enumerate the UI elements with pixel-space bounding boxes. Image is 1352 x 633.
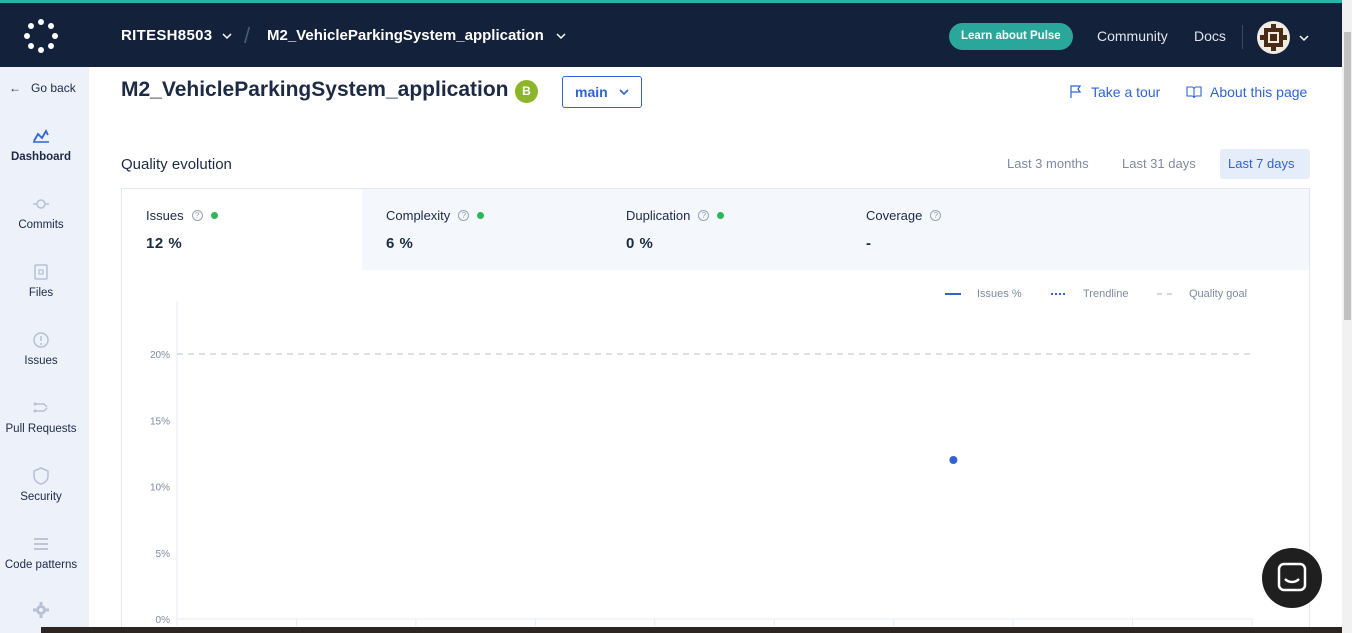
branch-selector[interactable]: main	[562, 76, 642, 108]
metric-duplication[interactable]: Duplication? 0 %	[602, 189, 842, 270]
help-icon[interactable]: ?	[930, 210, 942, 221]
flag-icon	[1070, 85, 1082, 98]
file-icon	[34, 264, 48, 280]
sidebar-item-label: Issues	[24, 355, 58, 367]
organization-selector[interactable]: RITESH8503	[121, 27, 232, 44]
arrow-left-icon: ←	[9, 81, 21, 95]
chevron-down-icon	[222, 32, 232, 39]
y-tick-label: 5%	[156, 549, 171, 560]
issue-icon	[33, 332, 49, 348]
sidebar-item-label: Pull Requests	[5, 423, 77, 435]
sidebar-item-label: Commits	[18, 219, 64, 231]
y-tick-label: 10%	[150, 483, 170, 494]
metric-label: Duplication	[626, 208, 691, 223]
sidebar-item-dashboard[interactable]: Dashboard	[0, 127, 82, 163]
sidebar-item-security[interactable]: Security	[0, 467, 82, 503]
codacy-logo-icon[interactable]	[24, 19, 58, 53]
metric-label: Complexity	[386, 208, 451, 223]
go-back-link[interactable]: ← Go back	[9, 81, 76, 95]
help-icon[interactable]: ?	[191, 210, 203, 221]
top-navigation-bar: RITESH8503 / M2_VehicleParkingSystem_app…	[0, 0, 1342, 67]
metric-value: 12 %	[146, 235, 183, 252]
repository-name: M2_VehicleParkingSystem_application	[267, 27, 544, 44]
metric-label: Issues	[146, 208, 184, 223]
metric-value: 6 %	[386, 235, 414, 252]
sidebar-item-commits[interactable]: Commits	[0, 195, 82, 231]
sidebar-item-label: Security	[20, 491, 62, 503]
pull-request-icon	[33, 402, 48, 413]
metrics-panel: Issues? 12 % Complexity? 6 % Duplication…	[121, 188, 1310, 270]
sidebar-item-label: Files	[28, 287, 54, 299]
range-last-7-days[interactable]: Last 7 days	[1220, 149, 1310, 179]
learn-about-pulse-button[interactable]: Learn about Pulse	[949, 23, 1073, 50]
gear-icon	[33, 602, 49, 618]
help-icon[interactable]: ?	[698, 210, 710, 221]
metric-value: -	[866, 235, 872, 252]
help-icon[interactable]: ?	[458, 210, 470, 221]
sidebar: ← Go back Dashboard Commits Files Issues…	[0, 67, 89, 633]
y-tick-label: 15%	[150, 416, 170, 427]
metric-coverage[interactable]: Coverage? -	[842, 189, 1309, 270]
take-a-tour-link[interactable]: Take a tour	[1069, 84, 1160, 100]
commit-icon	[33, 199, 49, 209]
quality-evolution-title: Quality evolution	[121, 156, 232, 173]
range-last-31-days[interactable]: Last 31 days	[1114, 149, 1204, 179]
chat-launcher-button[interactable]	[1262, 548, 1322, 608]
book-icon	[1186, 86, 1202, 99]
shield-icon	[33, 467, 49, 485]
breadcrumb-separator: /	[244, 23, 251, 48]
range-last-3-months[interactable]: Last 3 months	[999, 149, 1097, 179]
scrollbar-thumb[interactable]	[1344, 32, 1351, 320]
take-a-tour-label: Take a tour	[1091, 84, 1161, 100]
avatar[interactable]	[1257, 21, 1290, 54]
sidebar-item-issues[interactable]: Issues	[0, 331, 82, 367]
status-dot-icon	[717, 212, 725, 219]
sidebar-item-files[interactable]: Files	[0, 263, 82, 299]
y-tick-label: 0%	[156, 615, 171, 626]
repository-selector[interactable]: M2_VehicleParkingSystem_application	[267, 27, 566, 44]
chat-icon	[1277, 562, 1307, 592]
list-icon	[34, 538, 48, 550]
divider	[1242, 25, 1243, 49]
sidebar-item-code-patterns[interactable]: Code patterns	[0, 535, 82, 571]
about-this-page-link[interactable]: About this page	[1186, 84, 1307, 100]
status-dot-icon	[477, 212, 485, 219]
organization-name: RITESH8503	[121, 27, 213, 44]
quality-chart: 0% 5% 10% 15% 20%	[150, 301, 1253, 626]
metric-issues[interactable]: Issues? 12 %	[122, 189, 362, 270]
sidebar-item-label: Code patterns	[4, 559, 78, 571]
status-dot-icon	[210, 212, 218, 219]
metric-label: Coverage	[866, 208, 923, 223]
docs-link[interactable]: Docs	[1194, 28, 1226, 44]
dashboard-icon	[33, 129, 49, 143]
metric-value: 0 %	[626, 235, 654, 252]
sidebar-item-settings[interactable]	[0, 601, 82, 625]
chevron-down-icon	[556, 32, 566, 39]
sidebar-item-label: Dashboard	[10, 151, 72, 163]
page-title: M2_VehicleParkingSystem_application	[121, 78, 509, 101]
data-point	[949, 456, 958, 464]
branch-name: main	[575, 84, 608, 100]
bottom-strip	[41, 627, 1342, 633]
chevron-down-icon	[619, 89, 629, 96]
grade-badge[interactable]: B	[515, 80, 538, 103]
sidebar-item-pull-requests[interactable]: Pull Requests	[0, 399, 82, 435]
about-this-page-label: About this page	[1210, 84, 1308, 100]
community-link[interactable]: Community	[1097, 28, 1168, 44]
go-back-label: Go back	[31, 81, 76, 95]
chevron-down-icon[interactable]	[1299, 33, 1309, 43]
y-tick-label: 20%	[150, 350, 170, 361]
metric-complexity[interactable]: Complexity? 6 %	[362, 189, 602, 270]
